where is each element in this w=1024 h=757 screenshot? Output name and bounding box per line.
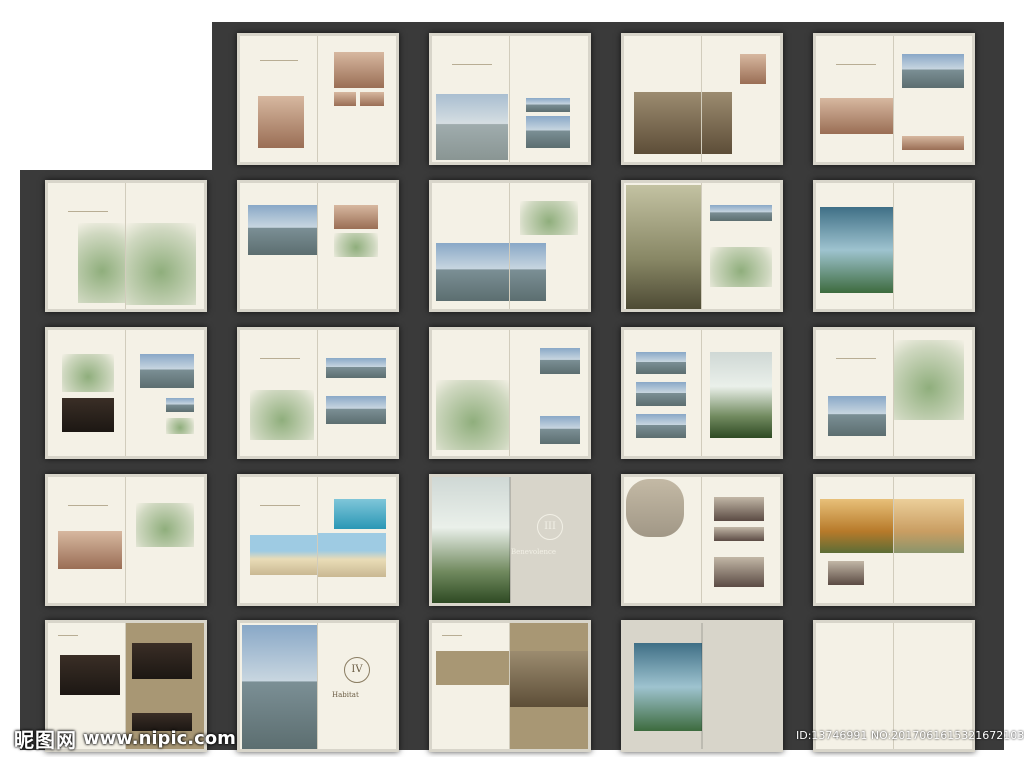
page-right (318, 36, 396, 162)
spread-16 (237, 474, 399, 606)
photo-aerial-low (250, 390, 314, 440)
spread-19 (813, 474, 975, 606)
photo-towers (436, 94, 508, 160)
photo-panorama-sky (634, 643, 702, 731)
photo-resort (58, 531, 122, 569)
spread-12 (429, 327, 591, 459)
text-panel (436, 651, 510, 685)
chapter-4-mark: IV (344, 657, 370, 683)
spread-5 (45, 180, 207, 312)
spread-7 (429, 180, 591, 312)
spread-2 (429, 33, 591, 165)
spread-8 (621, 180, 783, 312)
photo-aerial-complex (126, 223, 196, 305)
spread-23 (621, 620, 783, 752)
spread-18 (621, 474, 783, 606)
spread-15 (45, 474, 207, 606)
spread-6 (237, 180, 399, 312)
watermark-site-cn: 昵图网 (14, 728, 77, 752)
photo-event-grid (60, 655, 120, 695)
chapter-3-mark: III (537, 514, 563, 540)
spread-3 (621, 33, 783, 165)
chapter-4-title: Habitat (332, 691, 359, 699)
spread-22 (429, 620, 591, 752)
photo-chapter-3-vista (432, 477, 510, 603)
photo-city-aerial (510, 651, 588, 707)
nipic-watermark: 昵图网 www.nipic.com (14, 724, 236, 753)
photo-teapot (626, 479, 684, 537)
spread-13 (621, 327, 783, 459)
photo-skyline (436, 243, 510, 301)
page-left (240, 36, 318, 162)
photo-street (258, 96, 304, 148)
spread-11 (237, 327, 399, 459)
spread-14 (813, 327, 975, 459)
brochure-spread-grid: III Benevolence IV Habitat (0, 0, 1024, 757)
photo-beach (250, 535, 318, 575)
watermark-image-id: ID:13746991 NO:20170616153216721037 (796, 729, 1024, 742)
spread-21: IV Habitat (237, 620, 399, 752)
watermark-site-url: www.nipic.com (83, 728, 236, 749)
photo-canal-towers (242, 625, 318, 749)
photo-autumn-tree (820, 499, 894, 553)
photo-sky-lake (820, 207, 894, 293)
spread-10 (45, 327, 207, 459)
photo-courtyard (334, 52, 384, 88)
photo-aerial-towers (436, 380, 510, 450)
spread-4 (813, 33, 975, 165)
spread-1 (237, 33, 399, 165)
photo-commercial (248, 205, 318, 255)
photo-night-building (634, 92, 702, 154)
spread-17: III Benevolence (429, 474, 591, 606)
photo-clouds (710, 352, 772, 438)
photo-lake-statue (626, 185, 702, 309)
photo-aerial-estate (894, 340, 964, 420)
spread-9 (813, 180, 975, 312)
chapter-3-title: Benevolence (511, 548, 557, 556)
